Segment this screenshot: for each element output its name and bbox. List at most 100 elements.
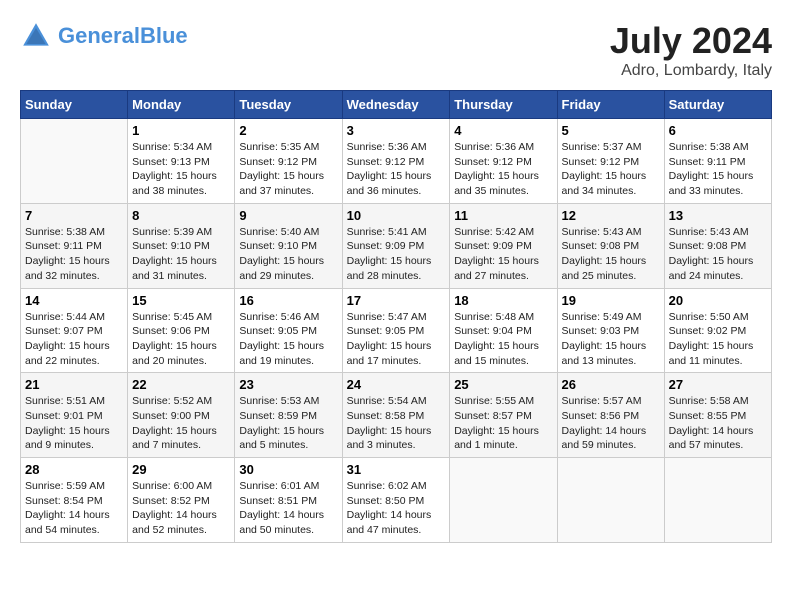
- day-number: 6: [669, 123, 767, 138]
- day-info: Sunrise: 5:50 AM Sunset: 9:02 PM Dayligh…: [669, 310, 767, 369]
- day-info: Sunrise: 5:43 AM Sunset: 9:08 PM Dayligh…: [562, 225, 660, 284]
- day-info: Sunrise: 6:00 AM Sunset: 8:52 PM Dayligh…: [132, 479, 230, 538]
- calendar-cell: 23 Sunrise: 5:53 AM Sunset: 8:59 PM Dayli…: [235, 373, 342, 458]
- week-row-5: 28Sunrise: 5:59 AM Sunset: 8:54 PM Dayli…: [21, 458, 772, 543]
- calendar-cell: [21, 119, 128, 204]
- day-number: 25: [454, 377, 552, 392]
- calendar-cell: 7Sunrise: 5:38 AM Sunset: 9:11 PM Daylig…: [21, 203, 128, 288]
- day-info: Sunrise: 5:53 AM Sunset: 8:59 PM Dayligh…: [239, 394, 337, 453]
- day-number: 21: [25, 377, 123, 392]
- day-number: 9: [239, 208, 337, 223]
- header: GeneralBlue July 2024 Adro, Lombardy, It…: [20, 20, 772, 80]
- day-info: Sunrise: 5:36 AM Sunset: 9:12 PM Dayligh…: [454, 140, 552, 199]
- day-info: Sunrise: 5:57 AM Sunset: 8:56 PM Dayligh…: [562, 394, 660, 453]
- logo-text: GeneralBlue: [58, 24, 188, 48]
- weekday-header-sunday: Sunday: [21, 91, 128, 119]
- day-info: Sunrise: 5:41 AM Sunset: 9:09 PM Dayligh…: [347, 225, 446, 284]
- day-number: 4: [454, 123, 552, 138]
- calendar-cell: 20Sunrise: 5:50 AM Sunset: 9:02 PM Dayli…: [664, 288, 771, 373]
- day-number: 30: [239, 462, 337, 477]
- day-info: Sunrise: 6:02 AM Sunset: 8:50 PM Dayligh…: [347, 479, 446, 538]
- week-row-4: 21 Sunrise: 5:51 AM Sunset: 9:01 PM Dayli…: [21, 373, 772, 458]
- calendar-cell: 28Sunrise: 5:59 AM Sunset: 8:54 PM Dayli…: [21, 458, 128, 543]
- calendar-cell: [557, 458, 664, 543]
- day-info: Sunrise: 5:35 AM Sunset: 9:12 PM Dayligh…: [239, 140, 337, 199]
- day-number: 24: [347, 377, 446, 392]
- day-info: Sunrise: 6:01 AM Sunset: 8:51 PM Dayligh…: [239, 479, 337, 538]
- calendar-cell: 1Sunrise: 5:34 AM Sunset: 9:13 PM Daylig…: [128, 119, 235, 204]
- day-number: 17: [347, 293, 446, 308]
- weekday-header-friday: Friday: [557, 91, 664, 119]
- day-info: Sunrise: 5:37 AM Sunset: 9:12 PM Dayligh…: [562, 140, 660, 199]
- day-info: Sunrise: 5:51 AM Sunset: 9:01 PM Dayligh…: [25, 394, 123, 453]
- day-info: Sunrise: 5:54 AM Sunset: 8:58 PM Dayligh…: [347, 394, 446, 453]
- day-number: 10: [347, 208, 446, 223]
- weekday-header-monday: Monday: [128, 91, 235, 119]
- day-info: Sunrise: 5:43 AM Sunset: 9:08 PM Dayligh…: [669, 225, 767, 284]
- day-number: 26: [562, 377, 660, 392]
- calendar-cell: 13 Sunrise: 5:43 AM Sunset: 9:08 PM Dayli…: [664, 203, 771, 288]
- calendar-cell: 29Sunrise: 6:00 AM Sunset: 8:52 PM Dayli…: [128, 458, 235, 543]
- location: Adro, Lombardy, Italy: [610, 62, 772, 80]
- day-number: 23: [239, 377, 337, 392]
- day-number: 12: [562, 208, 660, 223]
- calendar-cell: 27 Sunrise: 5:58 AM Sunset: 8:55 PM Dayli…: [664, 373, 771, 458]
- day-number: 11: [454, 208, 552, 223]
- weekday-header-thursday: Thursday: [450, 91, 557, 119]
- weekday-header-tuesday: Tuesday: [235, 91, 342, 119]
- week-row-1: 1Sunrise: 5:34 AM Sunset: 9:13 PM Daylig…: [21, 119, 772, 204]
- day-number: 8: [132, 208, 230, 223]
- calendar-cell: 15 Sunrise: 5:45 AM Sunset: 9:06 PM Dayli…: [128, 288, 235, 373]
- day-info: Sunrise: 5:38 AM Sunset: 9:11 PM Dayligh…: [25, 225, 123, 284]
- day-info: Sunrise: 5:45 AM Sunset: 9:06 PM Dayligh…: [132, 310, 230, 369]
- calendar-cell: 2Sunrise: 5:35 AM Sunset: 9:12 PM Daylig…: [235, 119, 342, 204]
- day-number: 22: [132, 377, 230, 392]
- day-info: Sunrise: 5:38 AM Sunset: 9:11 PM Dayligh…: [669, 140, 767, 199]
- day-number: 14: [25, 293, 123, 308]
- day-number: 28: [25, 462, 123, 477]
- day-number: 15: [132, 293, 230, 308]
- day-info: Sunrise: 5:48 AM Sunset: 9:04 PM Dayligh…: [454, 310, 552, 369]
- calendar-cell: [450, 458, 557, 543]
- weekday-header-row: SundayMondayTuesdayWednesdayThursdayFrid…: [21, 91, 772, 119]
- day-info: Sunrise: 5:44 AM Sunset: 9:07 PM Dayligh…: [25, 310, 123, 369]
- weekday-header-saturday: Saturday: [664, 91, 771, 119]
- day-info: Sunrise: 5:49 AM Sunset: 9:03 PM Dayligh…: [562, 310, 660, 369]
- title-area: July 2024 Adro, Lombardy, Italy: [610, 20, 772, 80]
- calendar-cell: 9 Sunrise: 5:40 AM Sunset: 9:10 PM Daylig…: [235, 203, 342, 288]
- day-number: 19: [562, 293, 660, 308]
- calendar-cell: 30 Sunrise: 6:01 AM Sunset: 8:51 PM Dayli…: [235, 458, 342, 543]
- day-number: 27: [669, 377, 767, 392]
- calendar-cell: [664, 458, 771, 543]
- calendar-cell: 18Sunrise: 5:48 AM Sunset: 9:04 PM Dayli…: [450, 288, 557, 373]
- calendar-cell: 21 Sunrise: 5:51 AM Sunset: 9:01 PM Dayli…: [21, 373, 128, 458]
- logo-line1: General: [58, 23, 140, 48]
- day-number: 16: [239, 293, 337, 308]
- day-info: Sunrise: 5:52 AM Sunset: 9:00 PM Dayligh…: [132, 394, 230, 453]
- calendar-cell: 26 Sunrise: 5:57 AM Sunset: 8:56 PM Dayli…: [557, 373, 664, 458]
- calendar-cell: 25Sunrise: 5:55 AM Sunset: 8:57 PM Dayli…: [450, 373, 557, 458]
- day-info: Sunrise: 5:42 AM Sunset: 9:09 PM Dayligh…: [454, 225, 552, 284]
- calendar-cell: 17 Sunrise: 5:47 AM Sunset: 9:05 PM Dayli…: [342, 288, 450, 373]
- day-number: 5: [562, 123, 660, 138]
- logo-icon: [20, 20, 52, 52]
- day-info: Sunrise: 5:40 AM Sunset: 9:10 PM Dayligh…: [239, 225, 337, 284]
- calendar-table: SundayMondayTuesdayWednesdayThursdayFrid…: [20, 90, 772, 543]
- week-row-2: 7Sunrise: 5:38 AM Sunset: 9:11 PM Daylig…: [21, 203, 772, 288]
- day-number: 31: [347, 462, 446, 477]
- day-info: Sunrise: 5:58 AM Sunset: 8:55 PM Dayligh…: [669, 394, 767, 453]
- calendar-cell: 3 Sunrise: 5:36 AM Sunset: 9:12 PM Daylig…: [342, 119, 450, 204]
- calendar-cell: 22 Sunrise: 5:52 AM Sunset: 9:00 PM Dayli…: [128, 373, 235, 458]
- day-number: 13: [669, 208, 767, 223]
- calendar-cell: 19 Sunrise: 5:49 AM Sunset: 9:03 PM Dayli…: [557, 288, 664, 373]
- logo: GeneralBlue: [20, 20, 188, 52]
- calendar-cell: 5 Sunrise: 5:37 AM Sunset: 9:12 PM Daylig…: [557, 119, 664, 204]
- calendar-cell: 14 Sunrise: 5:44 AM Sunset: 9:07 PM Dayli…: [21, 288, 128, 373]
- day-number: 3: [347, 123, 446, 138]
- calendar-cell: 4 Sunrise: 5:36 AM Sunset: 9:12 PM Daylig…: [450, 119, 557, 204]
- day-info: Sunrise: 5:39 AM Sunset: 9:10 PM Dayligh…: [132, 225, 230, 284]
- day-info: Sunrise: 5:47 AM Sunset: 9:05 PM Dayligh…: [347, 310, 446, 369]
- week-row-3: 14 Sunrise: 5:44 AM Sunset: 9:07 PM Dayli…: [21, 288, 772, 373]
- day-info: Sunrise: 5:36 AM Sunset: 9:12 PM Dayligh…: [347, 140, 446, 199]
- month-year: July 2024: [610, 20, 772, 62]
